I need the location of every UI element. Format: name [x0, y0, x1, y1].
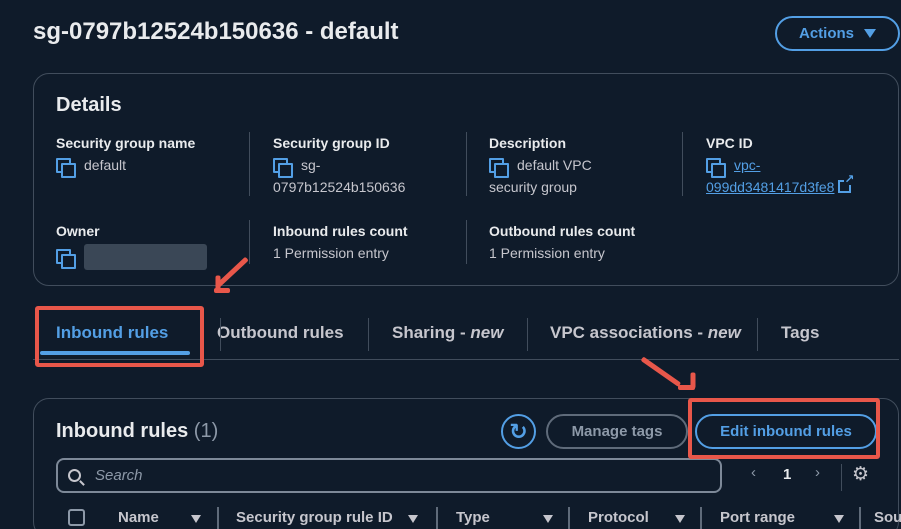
details-title: Details	[56, 94, 122, 116]
search-field[interactable]	[56, 458, 722, 493]
divider	[466, 220, 467, 264]
copy-icon[interactable]	[489, 158, 509, 179]
page-number[interactable]: 1	[783, 466, 791, 483]
sort-icon[interactable]	[191, 515, 201, 523]
divider	[249, 132, 250, 196]
gear-icon[interactable]: ⚙	[852, 463, 869, 486]
annotation-arrow-head	[678, 385, 695, 390]
table-header: Name Security group rule ID Type Protoco…	[56, 505, 901, 529]
field-value: 1 Permission entry	[273, 245, 389, 261]
details-panel: Details Security group name default Secu…	[33, 73, 899, 286]
field-security-group-name: Security group name default	[56, 132, 196, 179]
field-value: security group	[489, 179, 577, 195]
column-separator[interactable]	[568, 507, 570, 529]
column-separator[interactable]	[217, 507, 219, 529]
sort-icon[interactable]	[834, 515, 844, 523]
search-icon	[68, 469, 81, 482]
tab-sharing[interactable]: Sharing - new	[392, 323, 503, 343]
field-label: Security group name	[56, 135, 196, 151]
column-header[interactable]: Security group rule ID	[236, 509, 393, 526]
annotation-arrow	[640, 356, 682, 387]
field-description: Description default VPC security group	[489, 132, 592, 198]
column-separator[interactable]	[436, 507, 438, 529]
annotation-arrow-head	[214, 288, 230, 293]
refresh-icon: ↻	[509, 418, 528, 444]
field-security-group-id: Security group ID sg- 0797b12524b150636	[273, 132, 405, 198]
tab-separator	[527, 318, 528, 351]
caret-down-icon	[864, 29, 876, 38]
copy-icon[interactable]	[56, 249, 76, 269]
rules-count: (1)	[193, 420, 219, 442]
field-label: Owner	[56, 223, 100, 239]
tab-outbound-rules[interactable]: Outbound rules	[217, 323, 344, 343]
field-label: Outbound rules count	[489, 223, 636, 239]
prev-page-icon[interactable]: ‹	[751, 464, 756, 481]
field-value: default	[84, 157, 127, 173]
copy-icon[interactable]	[273, 158, 293, 179]
redacted-value	[84, 244, 207, 270]
column-header[interactable]: Protocol	[588, 509, 649, 526]
next-page-icon[interactable]: ›	[815, 464, 820, 481]
sort-icon[interactable]	[408, 515, 418, 523]
field-value: default VPC	[517, 157, 592, 173]
field-outbound-count: Outbound rules count 1 Permission entry	[489, 220, 635, 264]
field-vpc-id: VPC ID vpc- 099dd3481417d3fe8	[706, 132, 855, 198]
tab-tags[interactable]: Tags	[781, 323, 819, 343]
copy-icon[interactable]	[56, 158, 76, 179]
manage-tags-button[interactable]: Manage tags	[546, 414, 688, 449]
rules-title: Inbound rules (1)	[56, 420, 219, 442]
tab-separator	[368, 318, 369, 351]
sort-icon[interactable]	[675, 515, 685, 523]
column-header[interactable]: Name	[118, 509, 159, 526]
tab-separator	[757, 318, 758, 351]
search-input[interactable]	[95, 467, 695, 484]
actions-button[interactable]: Actions	[775, 16, 900, 51]
column-header[interactable]: Type	[456, 509, 490, 526]
tab-vpc-associations[interactable]: VPC associations - new	[550, 323, 741, 343]
field-label: Description	[489, 135, 567, 151]
field-value: 0797b12524b150636	[273, 179, 406, 195]
page-title: sg-0797b12524b150636 - default	[33, 18, 399, 45]
divider	[466, 132, 467, 196]
field-label: VPC ID	[706, 135, 753, 151]
divider	[682, 132, 683, 196]
vpc-link[interactable]: 099dd3481417d3fe8	[706, 179, 834, 195]
divider	[249, 220, 250, 264]
column-header[interactable]: Sou	[874, 509, 901, 526]
sort-icon[interactable]	[543, 515, 553, 523]
annotation-highlight-edit	[688, 398, 880, 459]
refresh-button[interactable]: ↻	[501, 414, 536, 449]
field-inbound-count: Inbound rules count 1 Permission entry	[273, 220, 408, 264]
select-all-checkbox[interactable]	[68, 509, 85, 526]
field-value: sg-	[301, 157, 321, 173]
column-header[interactable]: Port range	[720, 509, 795, 526]
field-label: Inbound rules count	[273, 223, 408, 239]
actions-label: Actions	[798, 25, 854, 42]
copy-icon[interactable]	[706, 158, 726, 179]
column-separator[interactable]	[859, 507, 861, 529]
external-link-icon[interactable]	[838, 173, 855, 193]
vpc-link[interactable]: vpc-	[734, 157, 760, 173]
column-separator[interactable]	[700, 507, 702, 529]
annotation-highlight-tab	[35, 306, 204, 367]
field-value: 1 Permission entry	[489, 245, 605, 261]
field-owner: Owner	[56, 220, 207, 270]
tab-separator	[220, 318, 221, 351]
divider	[841, 464, 842, 491]
field-label: Security group ID	[273, 135, 390, 151]
